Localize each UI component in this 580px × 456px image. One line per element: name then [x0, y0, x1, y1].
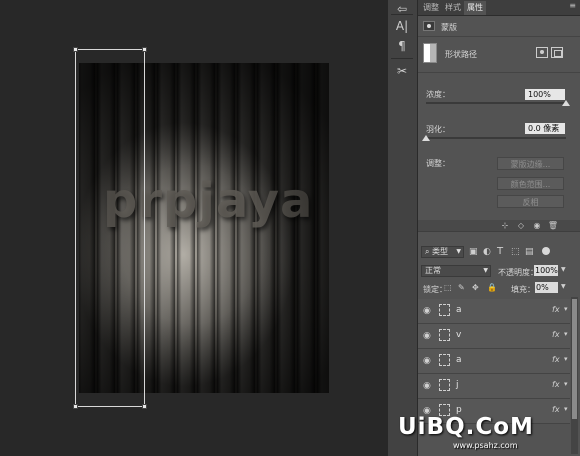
layer-effects-icon[interactable]: fx — [552, 405, 560, 414]
tab-properties[interactable]: 属性 — [464, 1, 486, 15]
transform-bounding-box[interactable] — [73, 47, 147, 409]
fill-dropdown-icon[interactable]: ▼ — [561, 283, 566, 290]
density-label: 浓度： — [426, 90, 450, 99]
layer-filter-dropdown[interactable]: ⌕ 类型 ▼ — [421, 246, 464, 258]
layer-row[interactable]: ◉ j fx ▾ — [418, 374, 570, 399]
layer-effects-icon[interactable]: fx — [552, 305, 560, 314]
blend-mode-dropdown[interactable]: 正常 ▼ — [421, 265, 491, 277]
toggle-mask-icon[interactable]: ◉ — [531, 221, 543, 231]
filter-smart-object-icon[interactable]: ▤ — [525, 247, 534, 257]
tab-styles[interactable]: 样式 — [442, 1, 464, 15]
load-selection-icon[interactable]: ⊹ — [499, 221, 511, 231]
lock-image-icon[interactable]: ✎ — [458, 283, 465, 292]
lock-position-icon[interactable]: ✥ — [472, 283, 479, 292]
color-range-button[interactable]: 颜色范围... — [497, 177, 564, 190]
shape-layer-icon — [439, 379, 450, 391]
layer-row[interactable]: ◉ a fx ▾ — [418, 349, 570, 374]
history-icon[interactable]: ⇦ — [392, 0, 412, 18]
feather-field[interactable]: 0.0 像素 — [525, 123, 565, 134]
layer-row[interactable]: ◉ v fx ▾ — [418, 324, 570, 349]
panel-icon-strip: ⇦ A| ¶ ✂ — [388, 0, 418, 456]
chevron-down-icon[interactable]: ▾ — [564, 305, 568, 313]
opacity-dropdown-icon[interactable]: ▼ — [561, 266, 566, 273]
shape-layer-icon — [439, 354, 450, 366]
shape-layer-icon — [439, 304, 450, 316]
right-panels: 调整 样式 属性 ≡ 蒙版 形状路径 浓度： 100% 羽化： 0.0 像素 调… — [418, 0, 580, 456]
layer-effects-icon[interactable]: fx — [552, 355, 560, 364]
chevron-down-icon[interactable]: ▾ — [564, 330, 568, 338]
feather-label: 羽化： — [426, 125, 450, 134]
transform-handle-bottom-left[interactable] — [73, 404, 78, 409]
eye-icon[interactable]: ◉ — [423, 381, 431, 391]
layer-effects-icon[interactable]: fx — [552, 380, 560, 389]
layer-name: j — [456, 380, 459, 390]
lock-all-icon[interactable]: 🔒 — [487, 283, 497, 292]
mask-thumbnail — [423, 43, 437, 63]
feather-slider-knob[interactable] — [422, 135, 430, 141]
opacity-field[interactable]: 100% — [534, 265, 558, 276]
tool-presets-icon[interactable]: ✂ — [392, 62, 412, 80]
watermark-url: www.psahz.com — [453, 441, 518, 450]
character-icon[interactable]: A| — [392, 17, 412, 35]
transform-handle-top-left[interactable] — [73, 47, 78, 52]
paragraph-icon[interactable]: ¶ — [392, 37, 412, 55]
layer-name: a — [456, 305, 462, 315]
mask-edge-button[interactable]: 蒙版边缘... — [497, 157, 564, 170]
density-field[interactable]: 100% — [525, 89, 565, 100]
pixel-mask-icon[interactable] — [423, 21, 435, 31]
transform-handle-top-right[interactable] — [142, 47, 147, 52]
layer-name: v — [456, 330, 462, 340]
mask-section-title: 蒙版 — [441, 23, 457, 32]
properties-tab-bar: 调整 样式 属性 ≡ — [418, 0, 580, 16]
density-slider[interactable] — [426, 100, 570, 106]
filter-pixel-icon[interactable]: ▣ — [469, 247, 478, 257]
layer-row[interactable]: ◉ a fx ▾ — [418, 299, 570, 324]
transform-handle-bottom-right[interactable] — [142, 404, 147, 409]
mask-type-label: 形状路径 — [445, 50, 477, 59]
feather-slider[interactable] — [422, 135, 566, 141]
vector-mask-icon[interactable] — [551, 47, 563, 58]
add-pixel-mask-icon[interactable] — [536, 47, 548, 58]
shape-layer-icon — [439, 329, 450, 341]
lock-transparent-icon[interactable]: ⬚ — [444, 283, 452, 292]
chevron-down-icon[interactable]: ▾ — [564, 380, 568, 388]
refine-label: 调整： — [426, 159, 450, 168]
layer-name: a — [456, 355, 462, 365]
chevron-down-icon[interactable]: ▾ — [564, 355, 568, 363]
filter-type-icon[interactable]: T — [497, 246, 503, 257]
layers-scrollbar[interactable] — [571, 297, 578, 454]
fill-label: 填充： — [511, 285, 535, 294]
apply-mask-icon[interactable]: ◇ — [515, 221, 527, 231]
delete-mask-icon[interactable]: 🗑 — [547, 221, 559, 231]
fill-field[interactable]: 0% — [535, 282, 558, 293]
eye-icon[interactable]: ◉ — [423, 356, 431, 366]
invert-button[interactable]: 反相 — [497, 195, 564, 208]
panel-menu-icon[interactable]: ≡ — [569, 1, 576, 10]
chevron-down-icon[interactable]: ▾ — [564, 405, 568, 413]
filter-toggle-icon[interactable] — [542, 247, 550, 255]
opacity-label: 不透明度： — [498, 268, 538, 277]
layer-effects-icon[interactable]: fx — [552, 330, 560, 339]
watermark-logo: UiBQ.CoM — [398, 414, 534, 440]
layers-scrollbar-thumb[interactable] — [572, 299, 577, 419]
eye-icon[interactable]: ◉ — [423, 306, 431, 316]
density-slider-knob[interactable] — [562, 100, 570, 106]
document-canvas[interactable]: prpjaya — [0, 0, 385, 456]
eye-icon[interactable]: ◉ — [423, 331, 431, 341]
tab-adjustments[interactable]: 调整 — [420, 1, 442, 15]
search-icon: ⌕ — [425, 247, 433, 256]
properties-panel: 蒙版 形状路径 浓度： 100% 羽化： 0.0 像素 调整： 蒙版边缘... … — [418, 16, 580, 232]
filter-adjustment-icon[interactable]: ◐ — [483, 247, 491, 257]
filter-shape-icon[interactable]: ⬚ — [511, 247, 520, 257]
